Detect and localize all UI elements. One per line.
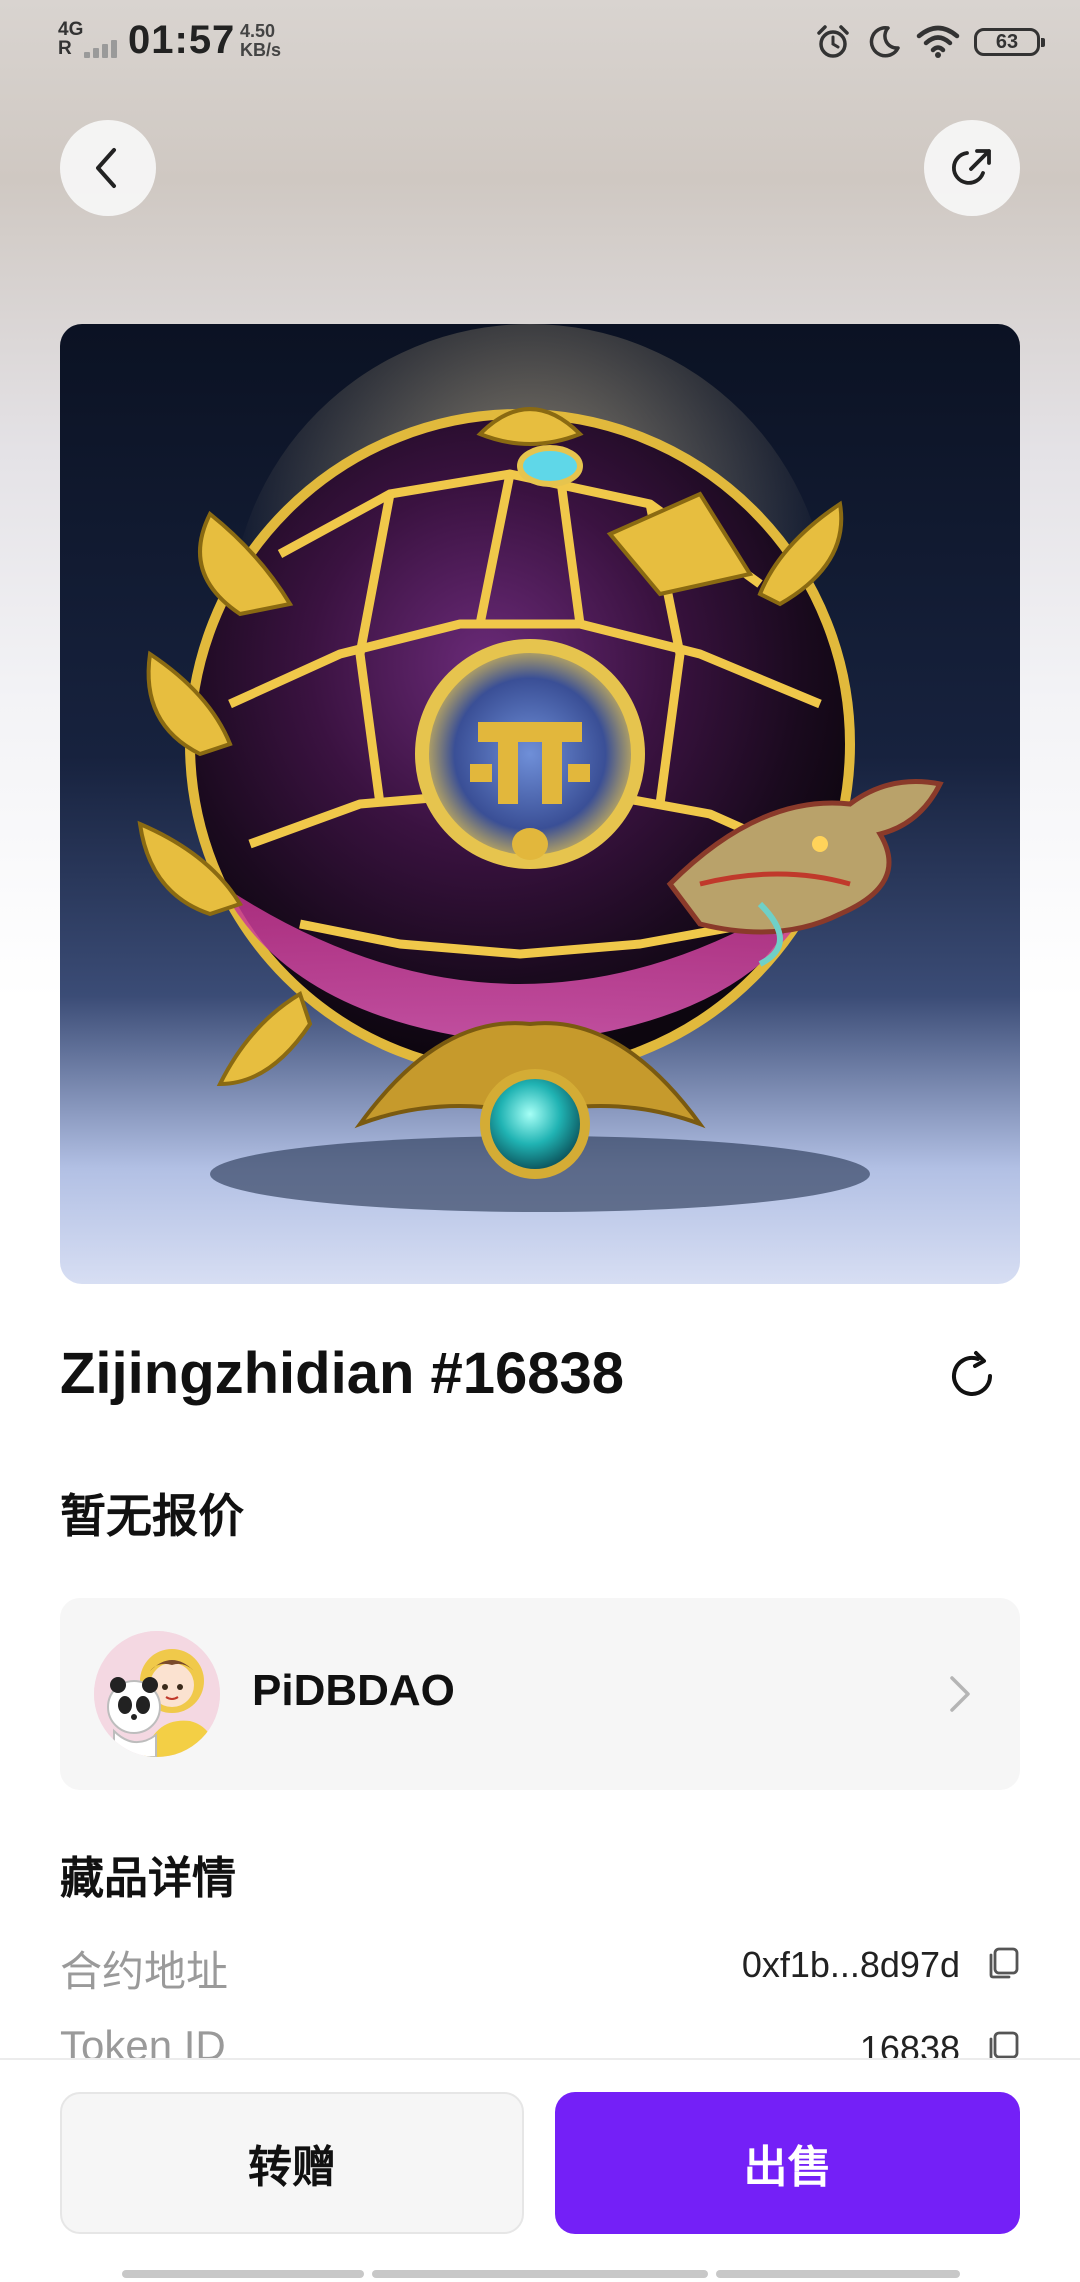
owner-avatar — [94, 1631, 220, 1757]
nav-indicator — [122, 2270, 364, 2278]
status-icons: 63 — [814, 22, 1045, 62]
price-status: 暂无报价 — [60, 1490, 244, 1542]
contract-address-label: 合约地址 — [60, 1948, 229, 1995]
refresh-icon — [952, 1351, 992, 1396]
nft-image[interactable] — [60, 324, 1020, 1284]
nft-artwork — [137, 324, 944, 1212]
nav-indicator — [716, 2270, 960, 2278]
status-bar: 4G R 01:57 4.50 KB/s 63 — [0, 0, 1080, 80]
signal-icon — [84, 40, 124, 58]
chevron-left-icon — [96, 148, 116, 188]
network-type: 4G R — [58, 19, 84, 59]
refresh-button[interactable] — [940, 1344, 1004, 1408]
bottom-action-bar: 转赠 出售 — [0, 2058, 1080, 2282]
nft-title: Zijingzhidian #16838 — [60, 1341, 625, 1406]
owner-card[interactable]: PiDBDAO — [60, 1598, 1020, 1790]
share-button[interactable] — [924, 120, 1020, 216]
copy-icon[interactable] — [986, 1946, 1020, 1980]
transfer-gift-button[interactable]: 转赠 — [60, 2092, 524, 2234]
network-speed: 4.50 KB/s — [240, 21, 282, 60]
contract-address-value: 0xf1b...8d97d — [741, 1944, 960, 1985]
nav-indicator — [372, 2270, 708, 2278]
moon-icon — [869, 26, 900, 58]
back-button[interactable] — [60, 120, 156, 216]
alarm-icon — [817, 25, 849, 58]
owner-name: PiDBDAO — [252, 1666, 455, 1715]
wifi-icon — [916, 25, 960, 58]
status-time: 01:57 — [128, 18, 236, 62]
sell-button[interactable]: 出售 — [555, 2092, 1020, 2234]
share-icon — [952, 149, 991, 185]
chevron-right-icon — [950, 1676, 970, 1712]
details-section-title: 藏品详情 — [60, 1854, 236, 1903]
battery-icon: 63 — [974, 28, 1045, 56]
